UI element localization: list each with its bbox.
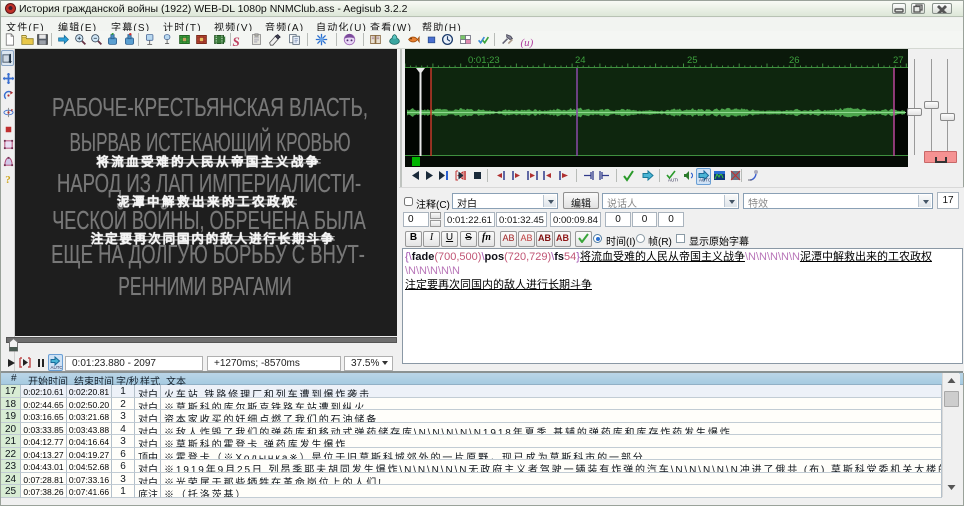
svg-text:0:01:23: 0:01:23 <box>468 55 500 66</box>
svg-text:24: 24 <box>575 55 586 66</box>
svg-text:AUTO: AUTO <box>699 178 710 183</box>
svg-text:AUTO: AUTO <box>668 178 678 183</box>
svg-text:AUTO: AUTO <box>51 365 63 370</box>
svg-text:25: 25 <box>687 55 698 66</box>
svg-text:26: 26 <box>789 55 800 66</box>
svg-text:27: 27 <box>893 55 904 66</box>
